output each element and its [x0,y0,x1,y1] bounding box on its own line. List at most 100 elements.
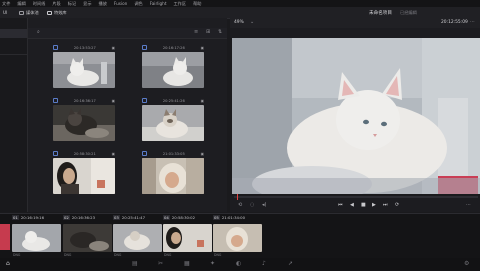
loop-icon[interactable]: ⟲ [238,202,242,208]
clip-timecode: 21:01:34:00 [221,215,246,220]
clip-timecode: 20:25:41:47 [121,215,146,220]
viewer-options-icon[interactable]: ⋯ [470,19,475,25]
clip-header: 04 20:58:30:02 [163,214,212,221]
timeline-clip[interactable]: 02 20:16:36:23 DNG [63,214,112,257]
menu-color[interactable]: 调色 [134,1,142,7]
in-out-icon[interactable]: ◌ [250,202,254,208]
menu-fusion[interactable]: Fusion [114,1,127,6]
clip-timecode: 20:58:30:02 [171,215,196,220]
timeline-clip[interactable]: 04 20:58:30:02 DNG [163,214,212,257]
clip-number: 03 [113,215,120,220]
clip-card-header: 20:58:30:21 ▣ [53,150,115,157]
clip-thumbnail [113,224,162,252]
media-clip-card[interactable]: 20:58:30:21 ▣ [53,150,115,195]
clip-format-icon: ▣ [111,45,115,50]
zoom-level[interactable]: 49% [234,20,244,25]
menu-view[interactable]: 显示 [83,1,91,7]
sort-icon[interactable]: ⇅ [218,29,222,35]
volume-icon[interactable]: ◂) [262,202,266,208]
clip-timecode: 21:01:33:05 [162,151,185,156]
menu-timeline[interactable]: 时间线 [33,1,46,7]
clip-format-icon: ▣ [111,151,115,156]
playhead[interactable] [237,194,238,200]
checkbox-icon[interactable] [53,151,58,156]
skip-forward-icon[interactable]: ⏭ [383,202,388,208]
media-pool-button[interactable]: 媒体池 [19,8,39,17]
clip-thumbnail [53,105,115,141]
menu-workspace[interactable]: 工作区 [173,1,186,7]
media-page-icon[interactable]: ▤ [132,260,138,267]
ui-toggle[interactable]: UI [3,8,7,17]
clip-thumbnail [142,105,204,141]
list-view-icon[interactable]: ≡ [194,29,198,35]
media-clip-card[interactable]: 20:13:53:27 ▣ [53,44,115,89]
viewer-menu-icon[interactable]: ⋯ [466,202,471,208]
menu-mark[interactable]: 标记 [68,1,76,7]
skip-back-icon[interactable]: ⏮ [338,202,343,208]
viewer-frame[interactable] [232,38,480,194]
play-reverse-icon[interactable]: ◀ [350,202,354,208]
menu-file[interactable]: 文件 [2,1,10,7]
media-clip-card[interactable]: 20:16:36:17 ▣ [53,97,115,142]
clip-thumbnail [53,158,115,194]
checkbox-icon[interactable] [142,151,147,156]
checkbox-icon[interactable] [53,45,58,50]
menu-help[interactable]: 帮助 [193,1,201,7]
fusion-page-icon[interactable]: ✦ [210,260,215,267]
cut-page-icon[interactable]: ✂ [158,260,163,267]
clip-thumbnail [213,224,262,252]
bin-list-selected[interactable] [0,29,27,38]
clip-timecode: 20:16:36:23 [71,215,96,220]
clip-timecode: 20:58:30:21 [73,151,96,156]
clip-thumbnail [163,224,212,252]
media-clip-card[interactable]: 20:16:17:26 ▣ [142,44,204,89]
fairlight-page-icon[interactable]: ♪ [262,260,266,267]
timeline-clip[interactable]: 01 20:16:19:16 DNG [12,214,61,257]
menu-edit[interactable]: 编辑 [17,1,25,7]
menu-bar: 文件 编辑 时间线 片段 标记 显示 播放 Fusion 调色 Fairligh… [0,0,480,7]
settings-icon[interactable]: ⚙ [464,260,469,267]
clip-card-header: 20:25:41:26 ▣ [142,97,204,104]
edit-page-icon[interactable]: ▦ [184,260,190,267]
clip-card-header: 21:01:33:05 ▣ [142,150,204,157]
clip-number: 02 [63,215,70,220]
timeline-clip[interactable]: 05 21:01:34:00 DNG [213,214,262,257]
clip-timecode: 20:16:36:17 [73,98,96,103]
menu-clip[interactable]: 片段 [52,1,60,7]
page-navigation-bar: ⌂ ▤ ✂ ▦ ✦ ◐ ♪ ➚ ⚙ [0,258,480,270]
media-clip-card[interactable]: 20:25:41:26 ▣ [142,97,204,142]
clip-number: 05 [213,215,220,220]
effects-label: 特效库 [54,9,67,15]
menu-fairlight[interactable]: Fairlight [150,1,167,6]
clip-thumbnail [142,52,204,88]
chevron-down-icon[interactable]: ⌄ [250,19,254,25]
timeline-clip[interactable]: 03 20:25:41:47 DNG [113,214,162,257]
loop-playback-icon[interactable]: ⟳ [395,202,399,208]
home-icon[interactable]: ⌂ [6,260,10,267]
checkbox-icon[interactable] [53,98,58,103]
media-pool-icon [19,10,24,15]
media-clip-card[interactable]: 21:01:33:05 ▣ [142,150,204,195]
clip-timecode: 20:25:41:26 [162,98,185,103]
menu-playback[interactable]: 播放 [99,1,107,7]
clip-number: 04 [163,215,170,220]
deliver-page-icon[interactable]: ➚ [288,260,293,267]
media-pool-label: 媒体池 [26,9,39,15]
checkbox-icon[interactable] [142,98,147,103]
grid-view-icon[interactable]: ⊞ [206,29,210,35]
clip-header: 01 20:16:19:16 [12,214,61,221]
search-icon[interactable]: ⌕ [37,29,40,35]
stop-icon[interactable]: ■ [361,202,366,208]
clip-card-header: 20:16:17:26 ▣ [142,44,204,51]
viewer-header: 49% ⌄ 20:12:55:09 ⋯ [230,18,480,28]
scrub-bar[interactable] [234,196,478,198]
play-icon[interactable]: ▶ [372,202,376,208]
effects-button[interactable]: 特效库 [47,8,67,17]
checkbox-icon[interactable] [142,45,147,50]
edited-label: 已经编辑 [400,9,417,15]
clip-thumbnail [63,224,112,252]
clip-format-icon: ▣ [200,45,204,50]
color-page-icon[interactable]: ◐ [236,260,241,267]
clip-timecode: 20:16:17:26 [162,45,185,50]
clip-header: 03 20:25:41:47 [113,214,162,221]
